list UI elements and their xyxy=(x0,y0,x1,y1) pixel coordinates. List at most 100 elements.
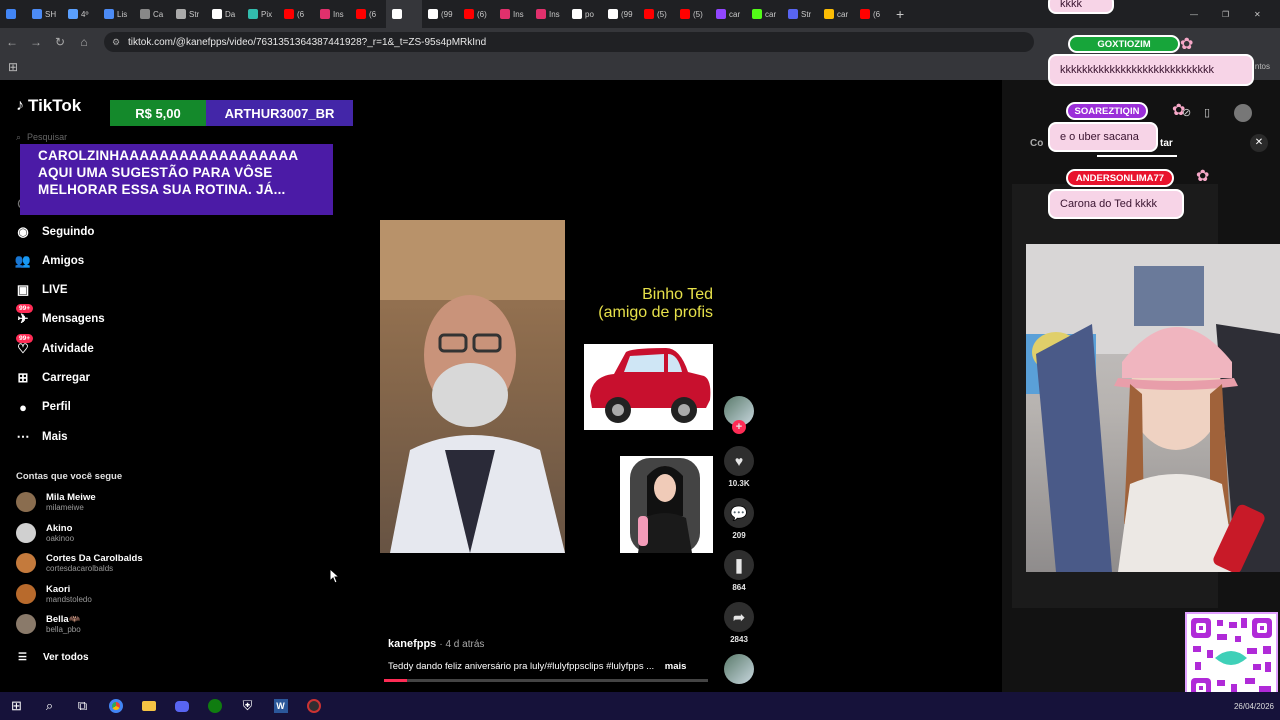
following-title: Contas que você segue xyxy=(16,471,123,482)
taskbar-date[interactable]: 26/04/2026 xyxy=(1234,702,1274,711)
following-account[interactable]: Cortes Da Carolbalds cortesdacarolbalds xyxy=(16,553,143,573)
taskbar-search-icon[interactable]: ⌕ xyxy=(33,692,66,720)
video-progress-fill xyxy=(384,679,407,682)
chat-message: Carona do Ted kkkk xyxy=(1048,189,1184,219)
bookmark-label[interactable]: ntos xyxy=(1255,62,1270,71)
close-panel-icon[interactable]: ✕ xyxy=(1250,134,1268,152)
forward-icon[interactable]: → xyxy=(24,30,48,54)
browser-tab[interactable]: Ca xyxy=(134,0,170,28)
video-overlay-text: Binho Ted (amigo de profis xyxy=(578,286,713,322)
new-tab-button[interactable]: + xyxy=(890,0,914,28)
following-account[interactable]: Bella🦇 bella_pbo xyxy=(16,614,81,634)
panel-avatar[interactable] xyxy=(1234,104,1252,122)
tab-favicon-icon xyxy=(464,9,474,19)
browser-tab[interactable]: Da xyxy=(206,0,242,28)
browser-tab[interactable]: car xyxy=(710,0,746,28)
creator-avatar-button[interactable]: + xyxy=(724,396,754,434)
nav-label: LIVE xyxy=(42,284,68,296)
save-count: 864 xyxy=(732,583,746,592)
following-account[interactable]: Kaori mandstoledo xyxy=(16,584,92,604)
browser-tab[interactable]: Str xyxy=(170,0,206,28)
panel-tab-left[interactable]: Co xyxy=(1030,138,1043,149)
browser-tab[interactable]: Ins xyxy=(530,0,566,28)
tab-favicon-icon xyxy=(644,9,654,19)
browser-tab[interactable]: (99 xyxy=(602,0,638,28)
tab-title: 4º xyxy=(81,9,89,19)
browser-tab[interactable]: (6 xyxy=(278,0,314,28)
caption-more-link[interactable]: mais xyxy=(665,661,687,672)
tab-favicon-icon xyxy=(104,9,114,19)
task-view-icon[interactable]: ⧉ xyxy=(66,692,99,720)
xbox-icon[interactable] xyxy=(198,692,231,720)
author-name[interactable]: kanefpps xyxy=(388,638,436,650)
nav-item-10[interactable]: ⋯ Mais xyxy=(14,428,68,446)
follow-plus-icon[interactable]: + xyxy=(732,420,746,434)
video-player[interactable]: Binho Ted (amigo de profis xyxy=(380,220,713,553)
obs-icon[interactable] xyxy=(297,692,330,720)
music-disc-button[interactable] xyxy=(724,654,754,687)
close-window-button[interactable]: ✕ xyxy=(1248,0,1280,28)
word-icon[interactable]: W xyxy=(264,692,297,720)
browser-tab[interactable]: car xyxy=(818,0,854,28)
browser-tab[interactable]: 4º xyxy=(62,0,98,28)
video-progress-bar[interactable] xyxy=(384,679,708,682)
reload-icon[interactable]: ↻ xyxy=(48,30,72,54)
file-explorer-icon[interactable] xyxy=(132,692,165,720)
nav-item-6[interactable]: ✈ Mensagens 99+ xyxy=(14,304,105,328)
donation-amount: R$ 5,00 xyxy=(110,100,206,126)
defender-icon[interactable]: ⛨ xyxy=(231,692,264,720)
nav-item-5[interactable]: ▣ LIVE xyxy=(14,281,68,299)
maximize-button[interactable]: ❐ xyxy=(1216,0,1248,28)
see-all-link[interactable]: ☰ Ver todos xyxy=(18,652,89,663)
account-name: Kaori xyxy=(46,584,71,595)
start-icon[interactable]: ⊞ xyxy=(0,692,33,720)
following-account[interactable]: Akino oakinoo xyxy=(16,523,74,543)
browser-tab[interactable]: Ins xyxy=(494,0,530,28)
browser-tab[interactable]: po xyxy=(566,0,602,28)
site-info-icon[interactable]: ⚙ xyxy=(112,37,120,48)
chat-username: SOAREZTIQIN xyxy=(1066,102,1148,120)
browser-tab[interactable] xyxy=(0,0,26,28)
browser-tab[interactable]: SH xyxy=(26,0,62,28)
following-account[interactable]: Mila Meiwe milameiwe xyxy=(16,492,96,512)
browser-tab[interactable]: (5) xyxy=(638,0,674,28)
account-handle: mandstoledo xyxy=(46,595,92,604)
avatar xyxy=(16,492,36,512)
panel-icon-b[interactable]: ▯ xyxy=(1204,106,1210,119)
home-browser-icon[interactable]: ⌂ xyxy=(72,30,96,54)
nav-item-8[interactable]: ⊞ Carregar xyxy=(14,369,90,387)
address-bar[interactable]: ⚙ tiktok.com/@kanefpps/video/76313513643… xyxy=(104,32,1034,52)
browser-tab[interactable]: car xyxy=(746,0,782,28)
comment-icon: 💬 xyxy=(724,498,754,528)
browser-tab[interactable]: Lis xyxy=(98,0,134,28)
browser-tab[interactable]: (6 xyxy=(350,0,386,28)
browser-tab[interactable]: Str xyxy=(782,0,818,28)
browser-tab[interactable] xyxy=(386,0,422,28)
mouse-cursor-icon xyxy=(329,567,341,588)
nav-item-7[interactable]: ♡ Atividade 99+ xyxy=(14,334,94,358)
apps-icon[interactable]: ⊞ xyxy=(8,60,18,74)
back-icon[interactable]: ← xyxy=(0,30,24,54)
like-button[interactable]: ♥ 10.3K xyxy=(724,446,754,488)
panel-tab-right[interactable]: tar xyxy=(1160,138,1173,149)
tab-title: (6 xyxy=(369,9,377,19)
browser-tab[interactable]: (6) xyxy=(458,0,494,28)
nav-item-9[interactable]: ● Perfil xyxy=(14,398,71,416)
minimize-button[interactable]: — xyxy=(1184,0,1216,28)
chrome-icon[interactable] xyxy=(99,692,132,720)
browser-tab[interactable]: (6 xyxy=(854,0,890,28)
windows-taskbar: ⊞ ⌕ ⧉ ⛨ W 26/04/2026 xyxy=(0,692,1280,720)
tab-favicon-icon xyxy=(284,9,294,19)
account-handle: milameiwe xyxy=(46,503,84,512)
nav-item-3[interactable]: ◉ Seguindo xyxy=(14,223,94,241)
browser-tab[interactable]: (99 xyxy=(422,0,458,28)
browser-tab[interactable]: Pix xyxy=(242,0,278,28)
browser-tab[interactable]: (5) xyxy=(674,0,710,28)
share-button[interactable]: ➦ 2843 xyxy=(724,602,754,644)
discord-icon[interactable] xyxy=(165,692,198,720)
save-button[interactable]: ❚ 864 xyxy=(724,550,754,592)
comment-button[interactable]: 💬 209 xyxy=(724,498,754,540)
nav-item-4[interactable]: 👥 Amigos xyxy=(14,252,84,270)
notification-badge: 99+ xyxy=(16,334,34,343)
browser-tab[interactable]: Ins xyxy=(314,0,350,28)
